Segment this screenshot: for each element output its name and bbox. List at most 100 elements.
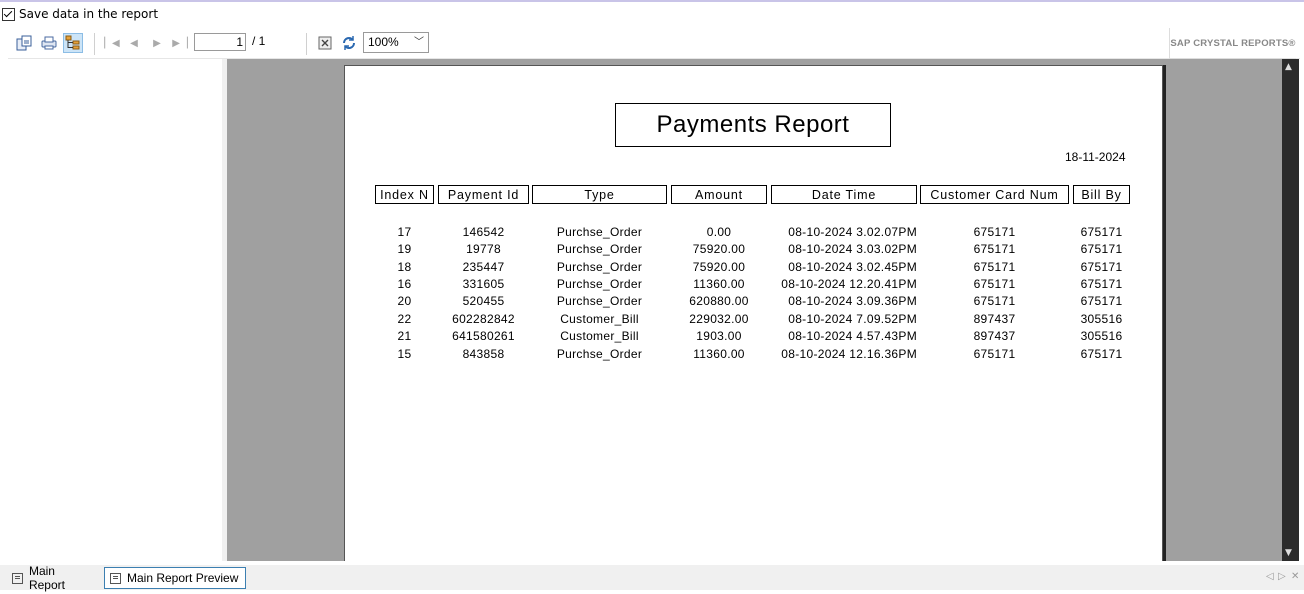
scroll-up-icon[interactable]: ▲ <box>1285 62 1292 72</box>
report-tabs-bar: Main Report Main Report Preview ◁ ▷ ✕ <box>0 564 1304 592</box>
index-cell: 16 <box>397 277 412 291</box>
card-num-cell: 675171 <box>973 242 1016 256</box>
type-cell: Purchse_Order <box>556 294 643 308</box>
type-cell: Purchse_Order <box>556 347 643 361</box>
card-num-cell: 675171 <box>973 294 1016 308</box>
index-cell: 18 <box>397 260 412 274</box>
column-header: Type <box>532 185 667 204</box>
report-viewer-area[interactable]: Payments Report 18-11-2024 Index N Payme… <box>227 59 1282 561</box>
group-tree-panel[interactable] <box>8 59 222 561</box>
amount-cell: 11360.00 <box>693 347 745 361</box>
column-header: Bill By <box>1073 185 1130 204</box>
column-header: Amount <box>671 185 767 204</box>
payment-id-cell: 331605 <box>462 277 505 291</box>
payment-id-cell: 641580261 <box>452 329 515 343</box>
datetime-cell: 08-10-2024 3.02.07PM <box>788 225 917 239</box>
amount-cell: 620880.00 <box>689 294 749 308</box>
payment-id-cell: 235447 <box>462 260 505 274</box>
payment-id-cell: 19778 <box>466 242 501 256</box>
page-total-label: / 1 <box>252 34 266 48</box>
bill-by-cell: 675171 <box>1080 347 1123 361</box>
vertical-scrollbar[interactable]: ▲ ▼ <box>1282 59 1299 561</box>
index-cell: 22 <box>397 312 412 326</box>
report-icon <box>110 572 121 584</box>
save-data-row[interactable]: Save data in the report <box>2 5 158 23</box>
payment-id-cell: 602282842 <box>452 312 515 326</box>
index-cell: 17 <box>397 225 412 239</box>
group-tree-icon[interactable] <box>63 33 83 53</box>
first-page-icon[interactable]: ▏◀ <box>102 33 122 53</box>
tab-label: Main Report <box>28 564 65 592</box>
amount-cell: 11360.00 <box>693 277 745 291</box>
type-cell: Purchse_Order <box>556 260 643 274</box>
tab-label: Main Report Preview <box>127 571 239 585</box>
bill-by-cell: 675171 <box>1080 242 1123 256</box>
bill-by-cell: 675171 <box>1080 260 1123 274</box>
card-num-cell: 675171 <box>973 260 1016 274</box>
index-cell: 19 <box>397 242 412 256</box>
card-num-cell: 897437 <box>973 329 1016 343</box>
toolbar-separator <box>306 33 307 55</box>
tab-scroll-left-icon[interactable]: ◁ <box>1266 571 1274 582</box>
column-header: Payment Id <box>438 185 529 204</box>
column-header: Date Time <box>771 185 917 204</box>
last-page-icon[interactable]: ▶▕ <box>170 33 190 53</box>
amount-cell: 1903.00 <box>696 329 742 343</box>
amount-cell: 0.00 <box>706 225 732 239</box>
payment-id-cell: 843858 <box>462 347 505 361</box>
sap-crystal-reports-logo: SAP CRYSTAL REPORTS® <box>1169 28 1296 59</box>
toolbar-separator <box>94 33 95 55</box>
export-icon[interactable] <box>14 33 34 53</box>
save-data-label: Save data in the report <box>19 7 159 21</box>
bill-by-cell: 675171 <box>1080 277 1123 291</box>
card-num-cell: 675171 <box>973 347 1016 361</box>
report-date: 18-11-2024 <box>1065 150 1126 164</box>
prev-page-icon[interactable]: ◀ <box>124 33 144 53</box>
card-num-cell: 675171 <box>973 277 1016 291</box>
card-num-cell: 897437 <box>973 312 1016 326</box>
bill-by-cell: 305516 <box>1080 329 1123 343</box>
index-cell: 21 <box>397 329 412 343</box>
stop-icon[interactable] <box>315 33 335 53</box>
index-cell: 15 <box>397 347 412 361</box>
window-top-border <box>0 0 1304 2</box>
datetime-cell: 08-10-2024 7.09.52PM <box>788 312 917 326</box>
refresh-icon[interactable] <box>339 33 359 53</box>
type-cell: Customer_Bill <box>560 329 639 343</box>
zoom-select[interactable]: 100% ﹀ <box>363 32 429 53</box>
next-page-icon[interactable]: ▶ <box>147 33 167 53</box>
tab-scroll-right-icon[interactable]: ▷ <box>1278 571 1286 582</box>
column-header: Index N <box>375 185 434 204</box>
save-data-checkbox[interactable] <box>2 7 15 21</box>
viewer-toolbar: ▏◀ ◀ ▶ ▶▕ 1 / 1 100% ﹀ SAP CRYSTAL REPOR… <box>8 28 1300 59</box>
amount-cell: 75920.00 <box>692 242 746 256</box>
payment-id-cell: 146542 <box>462 225 505 239</box>
datetime-cell: 08-10-2024 3.02.45PM <box>788 260 917 274</box>
type-cell: Purchse_Order <box>556 242 643 256</box>
datetime-cell: 08-10-2024 4.57.43PM <box>788 329 917 343</box>
datetime-cell: 08-10-2024 12.20.41PM <box>781 277 917 291</box>
datetime-cell: 08-10-2024 3.09.36PM <box>788 294 917 308</box>
datetime-cell: 08-10-2024 12.16.36PM <box>781 347 917 361</box>
print-icon[interactable] <box>39 33 59 53</box>
datetime-cell: 08-10-2024 3.03.02PM <box>788 242 917 256</box>
type-cell: Purchse_Order <box>556 277 643 291</box>
page-number-input[interactable]: 1 <box>194 33 246 51</box>
tab-main-report-preview[interactable]: Main Report Preview <box>104 567 246 589</box>
type-cell: Customer_Bill <box>560 312 639 326</box>
amount-cell: 75920.00 <box>692 260 746 274</box>
report-icon <box>12 572 23 584</box>
index-cell: 20 <box>397 294 412 308</box>
bill-by-cell: 305516 <box>1080 312 1123 326</box>
tab-close-icon[interactable]: ✕ <box>1291 571 1299 582</box>
bill-by-cell: 675171 <box>1080 294 1123 308</box>
tab-main-report[interactable]: Main Report <box>7 564 99 592</box>
amount-cell: 229032.00 <box>689 312 749 326</box>
report-title: Payments Report <box>615 103 891 147</box>
column-header: Customer Card Num <box>920 185 1069 204</box>
chevron-down-icon: ﹀ <box>414 37 424 48</box>
report-page: Payments Report 18-11-2024 Index N Payme… <box>344 65 1163 561</box>
bill-by-cell: 675171 <box>1080 225 1123 239</box>
card-num-cell: 675171 <box>973 225 1016 239</box>
scroll-down-icon[interactable]: ▼ <box>1285 548 1292 558</box>
